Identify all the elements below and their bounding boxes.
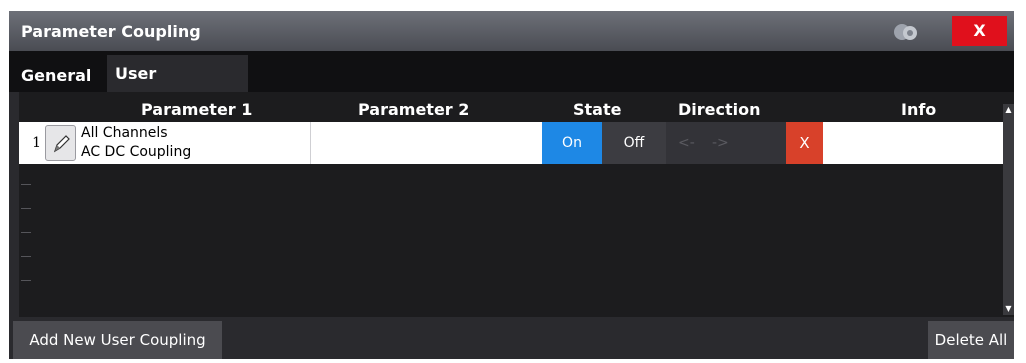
row-divider	[21, 232, 31, 233]
pencil-icon	[53, 135, 70, 153]
table-row[interactable]: 1 All Channels AC DC Coupling On Off <- …	[19, 122, 1003, 164]
close-button[interactable]: X	[952, 16, 1007, 46]
row-divider	[21, 256, 31, 257]
column-header-info: Info	[901, 100, 937, 119]
delete-all-button[interactable]: Delete All	[928, 321, 1014, 359]
column-header-direction: Direction	[678, 100, 761, 119]
parameter-coupling-dialog: Parameter Coupling X General User Coupli…	[9, 11, 1014, 359]
row-divider	[21, 280, 31, 281]
delete-row-button[interactable]: X	[786, 122, 823, 164]
tab-bar: General User Coupling	[9, 51, 1014, 120]
state-on-button[interactable]: On	[542, 122, 602, 164]
vertical-scrollbar[interactable]: ▲ ▼	[1003, 104, 1014, 315]
row-divider	[21, 184, 31, 185]
info-cell	[823, 122, 1003, 164]
parameter-1-cell[interactable]: All Channels AC DC Coupling	[43, 122, 310, 164]
tab-general[interactable]: General	[13, 59, 99, 92]
scroll-up-icon[interactable]: ▲	[1003, 104, 1014, 116]
state-off-button[interactable]: Off	[602, 122, 666, 164]
parameter-1-setting: AC DC Coupling	[81, 144, 192, 160]
parameter-1-channel: All Channels	[81, 125, 168, 141]
add-new-user-coupling-button[interactable]: Add New User Coupling	[13, 321, 222, 359]
column-header-parameter-1: Parameter 1	[141, 100, 253, 119]
row-divider	[21, 208, 31, 209]
direction-left-button[interactable]: <-	[678, 122, 695, 164]
parameter-2-cell[interactable]	[310, 122, 542, 164]
dialog-footer: Add New User Coupling Delete All	[9, 317, 1014, 359]
direction-right-button[interactable]: ->	[712, 122, 729, 164]
scroll-down-icon[interactable]: ▼	[1003, 303, 1014, 315]
column-header-parameter-2: Parameter 2	[358, 100, 470, 119]
direction-cell: <- ->	[666, 122, 786, 164]
gear-icon	[892, 22, 920, 42]
title-bar: Parameter Coupling X	[9, 11, 1014, 51]
tab-user-coupling[interactable]: User Coupling	[107, 55, 248, 120]
column-header-state: State	[573, 100, 622, 119]
row-index: 1	[19, 122, 43, 164]
dialog-title: Parameter Coupling	[21, 22, 201, 41]
edit-button[interactable]	[45, 125, 76, 161]
coupling-table: Parameter 1 Parameter 2 State Direction …	[19, 92, 1014, 317]
